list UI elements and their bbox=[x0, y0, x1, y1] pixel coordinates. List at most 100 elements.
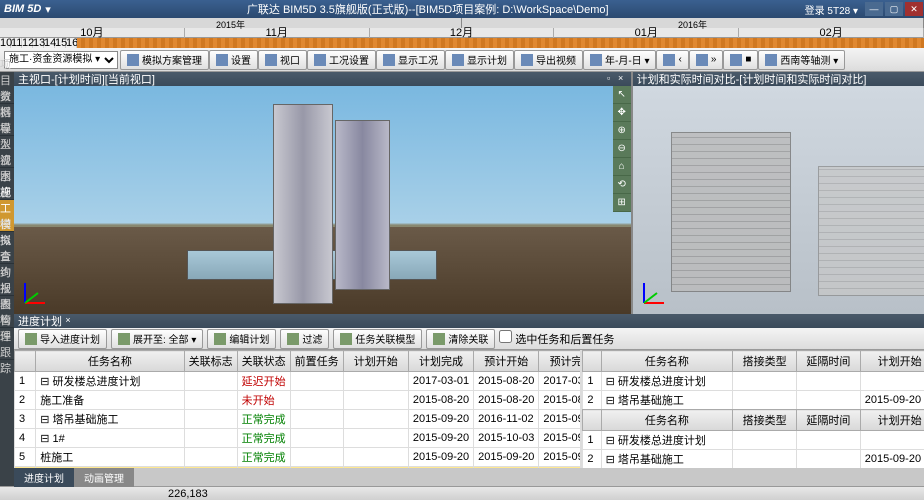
col-header[interactable] bbox=[583, 410, 601, 431]
table-row[interactable]: 1⊟ 研发楼总进度计划2017-03-01 bbox=[583, 372, 924, 391]
col-header[interactable]: 搭接类型 bbox=[733, 410, 797, 431]
toolbar-btn-3[interactable]: 工况设置 bbox=[307, 50, 376, 70]
view-tool-1[interactable]: ✥ bbox=[613, 104, 631, 122]
sidebar-item-8[interactable]: 构件跟踪 bbox=[0, 328, 14, 360]
table-row[interactable]: 1⊟ 研发楼总进度计划2017-03-01 bbox=[583, 431, 924, 450]
col-header[interactable]: 计划开始 bbox=[343, 351, 408, 372]
sched-tb-btn-4[interactable]: 任务关联模型 bbox=[333, 329, 422, 349]
sched-tb-icon bbox=[214, 333, 226, 345]
toolbar-btn-6[interactable]: 导出视频 bbox=[514, 50, 583, 70]
timeline-day[interactable]: 11 bbox=[11, 38, 22, 48]
table-row[interactable]: 1⊟ 研发楼总进度计划延迟开始2017-03-012015-08-202017-… bbox=[15, 372, 581, 391]
close-button[interactable]: ✕ bbox=[905, 2, 923, 16]
view-tool-3[interactable]: ⊖ bbox=[613, 140, 631, 158]
table-row[interactable]: 3 ⊟ 塔吊基础施工正常完成2015-09-202016-11-022015-0… bbox=[15, 410, 581, 429]
col-header[interactable]: 计划完成 bbox=[408, 351, 473, 372]
sched-tab-0[interactable]: 进度计划 bbox=[14, 468, 74, 487]
timeline[interactable]: 2015年2016年 10月11月12月01月02月 bbox=[0, 18, 924, 38]
pane-close-icon[interactable]: × bbox=[62, 315, 74, 327]
toolbar-btn-0[interactable]: 模拟方案管理 bbox=[120, 50, 209, 70]
toolbar-btn-8[interactable]: ‹ bbox=[656, 50, 688, 70]
toolbar-btn-10[interactable]: ■ bbox=[723, 50, 758, 70]
toolbar-btn-2[interactable]: 视口 bbox=[258, 50, 307, 70]
pane-max-icon[interactable]: ▫ bbox=[603, 73, 615, 85]
col-header[interactable]: 任务名称 bbox=[36, 351, 184, 372]
col-header[interactable]: 预计完成 bbox=[539, 351, 580, 372]
table-row[interactable]: 2 ⊟ 塔吊基础施工2015-09-202016-11-02 bbox=[583, 391, 924, 410]
status-bar: 226,183 bbox=[0, 486, 924, 500]
minimize-button[interactable]: — bbox=[865, 2, 883, 16]
timeline-day[interactable]: 15 bbox=[55, 38, 66, 48]
toolbar-icon bbox=[216, 54, 228, 66]
sidebar-label: 构件跟踪 bbox=[0, 312, 14, 376]
toolbar-icon bbox=[765, 54, 777, 66]
col-header[interactable]: 前置任务 bbox=[290, 351, 343, 372]
sched-tb-btn-5[interactable]: 清除关联 bbox=[426, 329, 495, 349]
timeline-year: 2016年 bbox=[462, 18, 924, 28]
viewport-left[interactable]: ↖✥⊕⊖⌂⟲⊞ bbox=[14, 86, 631, 314]
timeline-day[interactable]: 13 bbox=[33, 38, 44, 48]
timeline-month: 02月 bbox=[739, 28, 924, 38]
col-header[interactable] bbox=[583, 351, 601, 372]
col-header[interactable]: 关联标志 bbox=[184, 351, 237, 372]
timeline-day[interactable]: 12 bbox=[22, 38, 33, 48]
pane-close-icon[interactable]: × bbox=[615, 73, 627, 85]
view-tool-4[interactable]: ⌂ bbox=[613, 158, 631, 176]
sched-tb-icon bbox=[118, 333, 130, 345]
toolbar-icon bbox=[314, 54, 326, 66]
timeline-month: 11月 bbox=[185, 28, 370, 38]
timeline-day[interactable]: 10 bbox=[0, 38, 11, 48]
viewport-right[interactable]: ↖✥⊕⊖⌂⟲⊞ bbox=[633, 86, 924, 314]
col-header[interactable]: 计划开始 bbox=[860, 351, 924, 372]
sched-tb-icon bbox=[287, 333, 299, 345]
mode-selector[interactable]: 施工·资金资源模拟 ▾ bbox=[4, 51, 118, 69]
col-header[interactable]: 延隔时间 bbox=[796, 410, 860, 431]
sched-tb-icon bbox=[433, 333, 445, 345]
sched-tb-btn-2[interactable]: 编辑计划 bbox=[207, 329, 276, 349]
toolbar-icon bbox=[127, 54, 139, 66]
view-tool-2[interactable]: ⊕ bbox=[613, 122, 631, 140]
schedule-grid-main[interactable]: 任务名称关联标志关联状态前置任务计划开始计划完成预计开始预计完成实际1⊟ 研发楼… bbox=[14, 350, 580, 468]
view-tool-5[interactable]: ⟲ bbox=[613, 176, 631, 194]
toolbar-btn-1[interactable]: 设置 bbox=[209, 50, 258, 70]
status-coords: 226,183 bbox=[168, 488, 208, 500]
schedule-title: 进度计划 bbox=[18, 313, 62, 329]
sched-tb-icon bbox=[340, 333, 352, 345]
timeline-day[interactable]: 16 bbox=[66, 38, 77, 48]
schedule-grid-side[interactable]: 任务名称搭接类型延隔时间计划开始计划完成1⊟ 研发楼总进度计划2017-03-0… bbox=[582, 350, 924, 468]
view-pane-left: 主视口-[计划时间][当前视口] ▫ × ↖✥⊕⊖⌂⟲⊞ bbox=[14, 72, 631, 314]
view-tool-0[interactable]: ↖ bbox=[613, 86, 631, 104]
toolbar-btn-7[interactable]: 年-月-日 ▾ bbox=[583, 50, 656, 70]
toolbar-icon bbox=[383, 54, 395, 66]
toolbar-btn-4[interactable]: 显示工况 bbox=[376, 50, 445, 70]
table-row[interactable]: 2 施工准备未开始2015-08-202015-08-202015-08-202… bbox=[15, 391, 581, 410]
table-row[interactable]: 5 桩施工正常完成2015-09-202015-09-202015-09-202… bbox=[15, 448, 581, 467]
timeline-days[interactable]: 10111213141516 bbox=[0, 38, 924, 48]
view-tool-6[interactable]: ⊞ bbox=[613, 194, 631, 212]
sched-tb-btn-0[interactable]: 导入进度计划 bbox=[18, 329, 107, 349]
schedule-toolbar: 导入进度计划展开至: 全部 ▾编辑计划过滤任务关联模型清除关联 选中任务和后置任… bbox=[14, 328, 924, 350]
toolbar-btn-11[interactable]: 西南等轴测 ▾ bbox=[758, 50, 845, 70]
table-row[interactable]: 2 ⊟ 塔吊基础施工2015-09-202016-11-02 bbox=[583, 450, 924, 469]
col-header[interactable]: 关联状态 bbox=[237, 351, 290, 372]
col-header[interactable]: 计划开始 bbox=[860, 410, 924, 431]
user-menu[interactable]: 登录 5T28 ▾ bbox=[805, 2, 858, 17]
sched-tb-btn-1[interactable]: 展开至: 全部 ▾ bbox=[111, 329, 203, 349]
col-header[interactable] bbox=[15, 351, 36, 372]
view-pane-right: 计划和实际时间对比-[计划时间和实际时间对比] ▫ × ↖✥⊕⊖⌂⟲⊞ bbox=[633, 72, 924, 314]
sched-chk[interactable]: 选中任务和后置任务 bbox=[499, 330, 614, 347]
timeline-year: 2015年 bbox=[0, 18, 462, 28]
toolbar-btn-5[interactable]: 显示计划 bbox=[445, 50, 514, 70]
col-header[interactable]: 任务名称 bbox=[601, 410, 733, 431]
col-header[interactable]: 搭接类型 bbox=[733, 351, 797, 372]
col-header[interactable]: 任务名称 bbox=[601, 351, 733, 372]
col-header[interactable]: 延隔时间 bbox=[796, 351, 860, 372]
title-bar: BIM 5D ▾ 广联达 BIM5D 3.5旗舰版(正式版)--[BIM5D项目… bbox=[0, 0, 924, 18]
col-header[interactable]: 预计开始 bbox=[474, 351, 539, 372]
sched-tab-1[interactable]: 动画管理 bbox=[74, 468, 134, 487]
sched-tb-btn-3[interactable]: 过滤 bbox=[280, 329, 329, 349]
maximize-button[interactable]: ▢ bbox=[885, 2, 903, 16]
table-row[interactable]: 4 ⊟ 1#正常完成2015-09-202015-10-032015-09-20… bbox=[15, 429, 581, 448]
toolbar-btn-9[interactable]: » bbox=[689, 50, 724, 70]
timeline-day[interactable]: 14 bbox=[44, 38, 55, 48]
